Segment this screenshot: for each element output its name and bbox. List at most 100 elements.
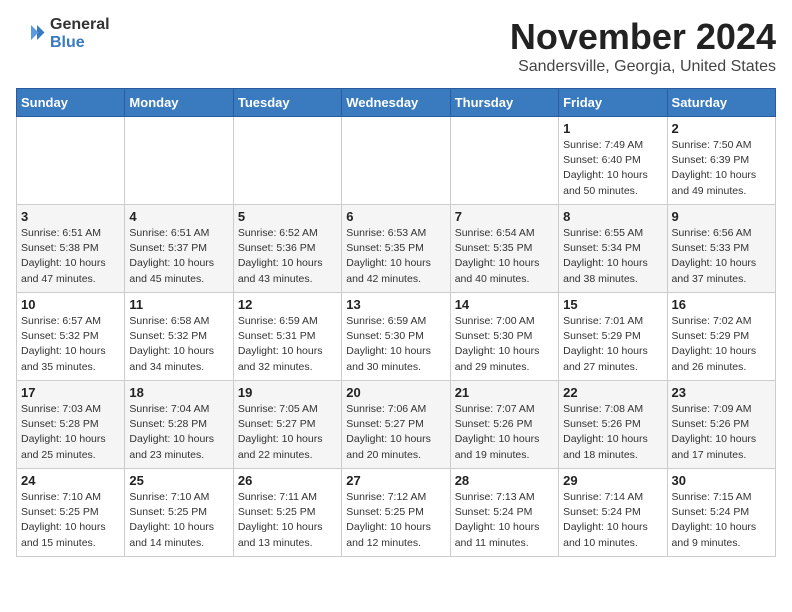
day-number: 13 bbox=[346, 297, 445, 312]
day-number: 12 bbox=[238, 297, 337, 312]
calendar-cell: 17Sunrise: 7:03 AM Sunset: 5:28 PM Dayli… bbox=[17, 381, 125, 469]
day-info: Sunrise: 7:50 AM Sunset: 6:39 PM Dayligh… bbox=[672, 138, 771, 199]
calendar-week-0: 1Sunrise: 7:49 AM Sunset: 6:40 PM Daylig… bbox=[17, 117, 776, 205]
calendar-cell: 4 Sunrise: 6:51 AM Sunset: 5:37 PM Daylig… bbox=[125, 205, 233, 293]
calendar-cell: 13 Sunrise: 6:59 AM Sunset: 5:30 PM Dayli… bbox=[342, 293, 450, 381]
day-number: 22 bbox=[563, 385, 662, 400]
day-info: Sunrise: 7:02 AM Sunset: 5:29 PM Dayligh… bbox=[672, 314, 771, 375]
day-number: 29 bbox=[563, 473, 662, 488]
day-info: Sunrise: 7:07 AM Sunset: 5:26 PM Dayligh… bbox=[455, 402, 554, 463]
day-info: Sunrise: 6:58 AM Sunset: 5:32 PM Dayligh… bbox=[129, 314, 228, 375]
day-number: 26 bbox=[238, 473, 337, 488]
calendar-header: SundayMondayTuesdayWednesdayThursdayFrid… bbox=[17, 89, 776, 117]
day-number: 5 bbox=[238, 209, 337, 224]
calendar-cell: 5 Sunrise: 6:52 AM Sunset: 5:36 PM Daylig… bbox=[233, 205, 341, 293]
weekday-header-wednesday: Wednesday bbox=[342, 89, 450, 117]
day-info: Sunrise: 7:09 AM Sunset: 5:26 PM Dayligh… bbox=[672, 402, 771, 463]
location-title: Sandersville, Georgia, United States bbox=[510, 58, 776, 76]
day-number: 17 bbox=[21, 385, 120, 400]
day-info: Sunrise: 7:49 AM Sunset: 6:40 PM Dayligh… bbox=[563, 138, 662, 199]
day-info: Sunrise: 6:52 AM Sunset: 5:36 PM Dayligh… bbox=[238, 226, 337, 287]
calendar-week-2: 10Sunrise: 6:57 AM Sunset: 5:32 PM Dayli… bbox=[17, 293, 776, 381]
calendar-cell bbox=[233, 117, 341, 205]
logo-general-text: General bbox=[50, 16, 110, 34]
calendar-week-4: 24 Sunrise: 7:10 AM Sunset: 5:25 PM Dayli… bbox=[17, 469, 776, 557]
day-info: Sunrise: 7:15 AM Sunset: 5:24 PM Dayligh… bbox=[672, 490, 771, 551]
day-info: Sunrise: 7:01 AM Sunset: 5:29 PM Dayligh… bbox=[563, 314, 662, 375]
day-info: Sunrise: 7:04 AM Sunset: 5:28 PM Dayligh… bbox=[129, 402, 228, 463]
day-info: Sunrise: 7:10 AM Sunset: 5:25 PM Dayligh… bbox=[129, 490, 228, 551]
day-number: 20 bbox=[346, 385, 445, 400]
calendar-cell: 29 Sunrise: 7:14 AM Sunset: 5:24 PM Dayli… bbox=[559, 469, 667, 557]
calendar-week-3: 17Sunrise: 7:03 AM Sunset: 5:28 PM Dayli… bbox=[17, 381, 776, 469]
header: General Blue November 2024 Sandersville,… bbox=[16, 16, 776, 76]
calendar-cell: 30 Sunrise: 7:15 AM Sunset: 5:24 PM Dayli… bbox=[667, 469, 775, 557]
day-number: 21 bbox=[455, 385, 554, 400]
day-number: 24 bbox=[21, 473, 120, 488]
day-number: 30 bbox=[672, 473, 771, 488]
calendar-cell bbox=[125, 117, 233, 205]
day-info: Sunrise: 7:08 AM Sunset: 5:26 PM Dayligh… bbox=[563, 402, 662, 463]
day-number: 9 bbox=[672, 209, 771, 224]
calendar-cell: 9Sunrise: 6:56 AM Sunset: 5:33 PM Daylig… bbox=[667, 205, 775, 293]
day-info: Sunrise: 7:06 AM Sunset: 5:27 PM Dayligh… bbox=[346, 402, 445, 463]
day-info: Sunrise: 6:59 AM Sunset: 5:30 PM Dayligh… bbox=[346, 314, 445, 375]
weekday-header-tuesday: Tuesday bbox=[233, 89, 341, 117]
day-number: 19 bbox=[238, 385, 337, 400]
calendar-cell: 3 Sunrise: 6:51 AM Sunset: 5:38 PM Daylig… bbox=[17, 205, 125, 293]
day-info: Sunrise: 7:00 AM Sunset: 5:30 PM Dayligh… bbox=[455, 314, 554, 375]
weekday-header-monday: Monday bbox=[125, 89, 233, 117]
day-info: Sunrise: 6:51 AM Sunset: 5:37 PM Dayligh… bbox=[129, 226, 228, 287]
day-info: Sunrise: 7:14 AM Sunset: 5:24 PM Dayligh… bbox=[563, 490, 662, 551]
day-number: 6 bbox=[346, 209, 445, 224]
day-info: Sunrise: 6:51 AM Sunset: 5:38 PM Dayligh… bbox=[21, 226, 120, 287]
day-info: Sunrise: 6:57 AM Sunset: 5:32 PM Dayligh… bbox=[21, 314, 120, 375]
calendar-cell: 8 Sunrise: 6:55 AM Sunset: 5:34 PM Daylig… bbox=[559, 205, 667, 293]
calendar-cell: 27Sunrise: 7:12 AM Sunset: 5:25 PM Dayli… bbox=[342, 469, 450, 557]
logo: General Blue bbox=[16, 16, 110, 51]
logo-blue-text: Blue bbox=[50, 34, 110, 52]
calendar-cell: 7Sunrise: 6:54 AM Sunset: 5:35 PM Daylig… bbox=[450, 205, 558, 293]
day-number: 11 bbox=[129, 297, 228, 312]
calendar-cell: 21 Sunrise: 7:07 AM Sunset: 5:26 PM Dayli… bbox=[450, 381, 558, 469]
calendar-cell: 16 Sunrise: 7:02 AM Sunset: 5:29 PM Dayli… bbox=[667, 293, 775, 381]
calendar-cell: 2 Sunrise: 7:50 AM Sunset: 6:39 PM Daylig… bbox=[667, 117, 775, 205]
calendar-cell bbox=[17, 117, 125, 205]
day-number: 27 bbox=[346, 473, 445, 488]
calendar-cell: 20 Sunrise: 7:06 AM Sunset: 5:27 PM Dayli… bbox=[342, 381, 450, 469]
calendar-cell: 19Sunrise: 7:05 AM Sunset: 5:27 PM Dayli… bbox=[233, 381, 341, 469]
day-number: 3 bbox=[21, 209, 120, 224]
weekday-row: SundayMondayTuesdayWednesdayThursdayFrid… bbox=[17, 89, 776, 117]
calendar-cell: 26 Sunrise: 7:11 AM Sunset: 5:25 PM Dayli… bbox=[233, 469, 341, 557]
day-number: 4 bbox=[129, 209, 228, 224]
calendar-cell bbox=[450, 117, 558, 205]
calendar-cell: 28 Sunrise: 7:13 AM Sunset: 5:24 PM Dayli… bbox=[450, 469, 558, 557]
calendar-week-1: 3 Sunrise: 6:51 AM Sunset: 5:38 PM Daylig… bbox=[17, 205, 776, 293]
calendar-cell: 12 Sunrise: 6:59 AM Sunset: 5:31 PM Dayli… bbox=[233, 293, 341, 381]
day-info: Sunrise: 6:54 AM Sunset: 5:35 PM Dayligh… bbox=[455, 226, 554, 287]
day-number: 2 bbox=[672, 121, 771, 136]
day-number: 23 bbox=[672, 385, 771, 400]
logo-icon bbox=[16, 19, 46, 49]
day-info: Sunrise: 7:13 AM Sunset: 5:24 PM Dayligh… bbox=[455, 490, 554, 551]
calendar-cell: 15 Sunrise: 7:01 AM Sunset: 5:29 PM Dayli… bbox=[559, 293, 667, 381]
day-number: 14 bbox=[455, 297, 554, 312]
weekday-header-sunday: Sunday bbox=[17, 89, 125, 117]
calendar-cell: 6 Sunrise: 6:53 AM Sunset: 5:35 PM Daylig… bbox=[342, 205, 450, 293]
weekday-header-saturday: Saturday bbox=[667, 89, 775, 117]
calendar-cell: 10Sunrise: 6:57 AM Sunset: 5:32 PM Dayli… bbox=[17, 293, 125, 381]
day-info: Sunrise: 7:10 AM Sunset: 5:25 PM Dayligh… bbox=[21, 490, 120, 551]
day-number: 8 bbox=[563, 209, 662, 224]
day-info: Sunrise: 6:59 AM Sunset: 5:31 PM Dayligh… bbox=[238, 314, 337, 375]
day-number: 16 bbox=[672, 297, 771, 312]
day-info: Sunrise: 6:55 AM Sunset: 5:34 PM Dayligh… bbox=[563, 226, 662, 287]
calendar-cell: 11 Sunrise: 6:58 AM Sunset: 5:32 PM Dayli… bbox=[125, 293, 233, 381]
day-info: Sunrise: 6:53 AM Sunset: 5:35 PM Dayligh… bbox=[346, 226, 445, 287]
logo-text: General Blue bbox=[50, 16, 110, 51]
weekday-header-thursday: Thursday bbox=[450, 89, 558, 117]
day-number: 18 bbox=[129, 385, 228, 400]
day-info: Sunrise: 7:11 AM Sunset: 5:25 PM Dayligh… bbox=[238, 490, 337, 551]
day-number: 28 bbox=[455, 473, 554, 488]
day-number: 15 bbox=[563, 297, 662, 312]
month-title: November 2024 bbox=[510, 16, 776, 58]
